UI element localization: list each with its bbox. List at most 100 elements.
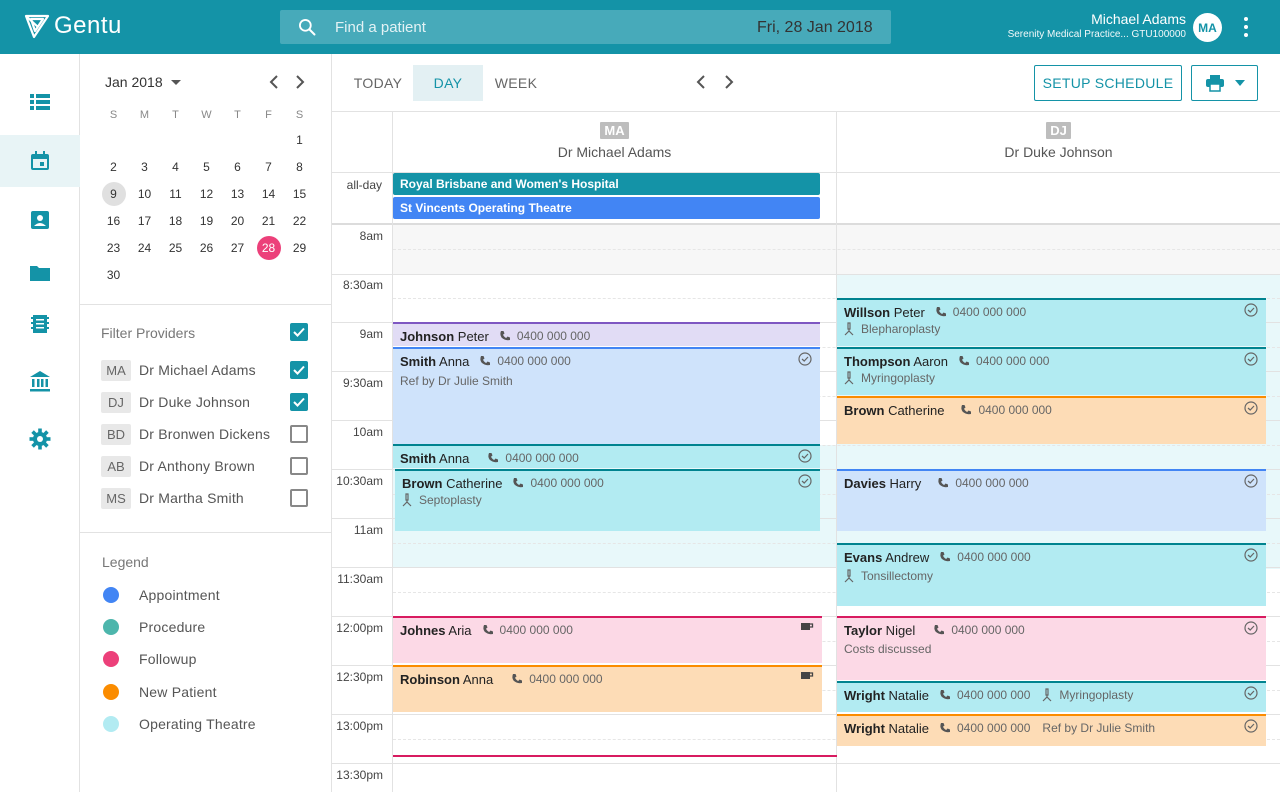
provider-checkbox[interactable] bbox=[290, 457, 308, 475]
calendar-day[interactable]: 4 bbox=[160, 153, 191, 180]
phone-icon bbox=[488, 453, 499, 463]
provider-row[interactable]: DJ Dr Duke Johnson bbox=[101, 391, 250, 413]
nav-billing-button[interactable] bbox=[0, 298, 80, 350]
provider-row[interactable]: MS Dr Martha Smith bbox=[101, 487, 244, 509]
calendar-day[interactable]: 17 bbox=[129, 207, 160, 234]
prev-day-button[interactable] bbox=[693, 74, 709, 90]
appointment-card[interactable]: Davies Harry 0400 000 000 bbox=[837, 469, 1266, 531]
user-info[interactable]: Michael Adams Serenity Medical Practice.… bbox=[1008, 11, 1186, 42]
calendar-day[interactable]: 22 bbox=[284, 207, 315, 234]
calendar-day[interactable]: 29 bbox=[284, 234, 315, 261]
appointment-card[interactable]: Thompson Aaron 0400 000 000 Myringoplast… bbox=[837, 347, 1266, 395]
provider-initials: MA bbox=[101, 359, 131, 381]
appointment-card[interactable]: Robinson Anna 0400 000 000 bbox=[393, 665, 822, 712]
calendar-day-selected[interactable]: 28 bbox=[253, 234, 284, 261]
calendar-day[interactable]: 2 bbox=[98, 153, 129, 180]
calendar-day[interactable] bbox=[160, 126, 191, 153]
week-view-button[interactable]: WEEK bbox=[483, 65, 549, 101]
calendar-day[interactable]: 16 bbox=[98, 207, 129, 234]
calendar-day[interactable]: 5 bbox=[191, 153, 222, 180]
mini-next-button[interactable] bbox=[292, 74, 308, 90]
provider-checkbox[interactable] bbox=[290, 489, 308, 507]
appointment-card[interactable]: Smith Anna 0400 000 000 Ref by Dr Julie … bbox=[393, 347, 820, 444]
calendar-day[interactable]: 21 bbox=[253, 207, 284, 234]
provider-row[interactable]: MA Dr Michael Adams bbox=[101, 359, 256, 381]
appointment-card[interactable]: Willson Peter 0400 000 000 Blepharoplast… bbox=[837, 298, 1266, 346]
calendar-day[interactable]: 11 bbox=[160, 180, 191, 207]
time-label: 9am bbox=[359, 327, 383, 341]
nav-patients-button[interactable] bbox=[0, 194, 80, 246]
all-day-event[interactable]: Royal Brisbane and Women's Hospital bbox=[393, 173, 820, 195]
calendar-day[interactable]: 30 bbox=[98, 261, 129, 288]
avatar[interactable]: MA bbox=[1193, 13, 1222, 42]
provider-row[interactable]: BD Dr Bronwen Dickens bbox=[101, 423, 270, 445]
calendar-day[interactable]: 8 bbox=[284, 153, 315, 180]
calendar-day[interactable]: 26 bbox=[191, 234, 222, 261]
calendar-day[interactable]: 13 bbox=[222, 180, 253, 207]
all-day-event[interactable]: St Vincents Operating Theatre bbox=[393, 197, 820, 219]
calendar-day[interactable] bbox=[222, 261, 253, 288]
calendar-day[interactable]: 7 bbox=[253, 153, 284, 180]
appointment-card[interactable]: Evans Andrew 0400 000 000 Tonsillectomy bbox=[837, 543, 1266, 606]
calendar-day[interactable] bbox=[160, 261, 191, 288]
time-label: 8:30am bbox=[342, 278, 383, 292]
month-selector[interactable]: Jan 2018 bbox=[105, 74, 181, 90]
appointment-card[interactable]: Wright Natalie 0400 000 000 Myringoplast… bbox=[837, 681, 1266, 712]
provider-checkbox[interactable] bbox=[290, 393, 308, 411]
calendar-day[interactable]: 1 bbox=[284, 126, 315, 153]
patient-name: Wright Natalie bbox=[844, 720, 929, 736]
calendar-day[interactable]: 27 bbox=[222, 234, 253, 261]
calendar-day[interactable]: 23 bbox=[98, 234, 129, 261]
calendar-day[interactable] bbox=[284, 261, 315, 288]
provider-row[interactable]: AB Dr Anthony Brown bbox=[101, 455, 255, 477]
appointment-card[interactable]: Taylor Nigel 0400 000 000 Costs discusse… bbox=[837, 616, 1266, 680]
today-button[interactable]: TODAY bbox=[345, 65, 411, 101]
calendar-day[interactable] bbox=[191, 261, 222, 288]
provider-checkbox[interactable] bbox=[290, 361, 308, 379]
mini-prev-button[interactable] bbox=[266, 74, 282, 90]
procedure-name: Septoplasty bbox=[419, 493, 482, 507]
nav-bank-button[interactable] bbox=[0, 355, 80, 407]
calendar-day[interactable]: 15 bbox=[284, 180, 315, 207]
nav-settings-button[interactable] bbox=[0, 413, 80, 465]
calendar-day-today[interactable]: 9 bbox=[98, 180, 129, 207]
nav-calendar-button[interactable] bbox=[0, 135, 80, 187]
setup-schedule-button[interactable]: SETUP SCHEDULE bbox=[1034, 65, 1182, 101]
calendar-day[interactable]: 14 bbox=[253, 180, 284, 207]
calendar-day[interactable]: 25 bbox=[160, 234, 191, 261]
print-menu-button[interactable] bbox=[1191, 65, 1258, 101]
legend-label: New Patient bbox=[139, 684, 217, 700]
calendar-day[interactable]: 10 bbox=[129, 180, 160, 207]
calendar-day[interactable] bbox=[129, 126, 160, 153]
calendar-day[interactable]: 6 bbox=[222, 153, 253, 180]
gentu-logo[interactable]: Gentu bbox=[24, 12, 122, 40]
more-vert-icon[interactable] bbox=[1236, 15, 1256, 39]
appointment-card[interactable]: Wright Natalie 0400 000 000 Ref by Dr Ju… bbox=[837, 714, 1266, 746]
phone-icon bbox=[938, 478, 949, 488]
appointment-card[interactable]: Smith Anna 0400 000 000 bbox=[393, 444, 820, 468]
nav-files-button[interactable] bbox=[0, 247, 80, 299]
calendar-day[interactable]: 20 bbox=[222, 207, 253, 234]
day-view-button[interactable]: DAY bbox=[413, 65, 483, 101]
appointment-card[interactable]: Johnson Peter 0400 000 000 bbox=[393, 322, 820, 346]
appointment-card[interactable]: Johnes Aria 0400 000 000 bbox=[393, 616, 822, 663]
calendar-day[interactable] bbox=[222, 126, 253, 153]
calendar-day[interactable]: 18 bbox=[160, 207, 191, 234]
calendar-day[interactable]: 19 bbox=[191, 207, 222, 234]
appointment-card[interactable]: Brown Catherine 0400 000 000 Septoplasty bbox=[395, 469, 820, 531]
appointment-card[interactable]: Brown Catherine 0400 000 000 bbox=[837, 396, 1266, 444]
patient-name: Thompson Aaron bbox=[844, 353, 949, 369]
calendar-day[interactable] bbox=[253, 126, 284, 153]
calendar-day[interactable] bbox=[129, 261, 160, 288]
calendar-day[interactable]: 24 bbox=[129, 234, 160, 261]
legend-item: Operating Theatre bbox=[103, 715, 256, 733]
calendar-day[interactable] bbox=[253, 261, 284, 288]
calendar-day[interactable] bbox=[98, 126, 129, 153]
filter-all-checkbox[interactable] bbox=[290, 323, 308, 341]
calendar-day[interactable]: 12 bbox=[191, 180, 222, 207]
next-day-button[interactable] bbox=[721, 74, 737, 90]
calendar-day[interactable]: 3 bbox=[129, 153, 160, 180]
calendar-day[interactable] bbox=[191, 126, 222, 153]
provider-checkbox[interactable] bbox=[290, 425, 308, 443]
nav-list-button[interactable] bbox=[0, 76, 80, 128]
